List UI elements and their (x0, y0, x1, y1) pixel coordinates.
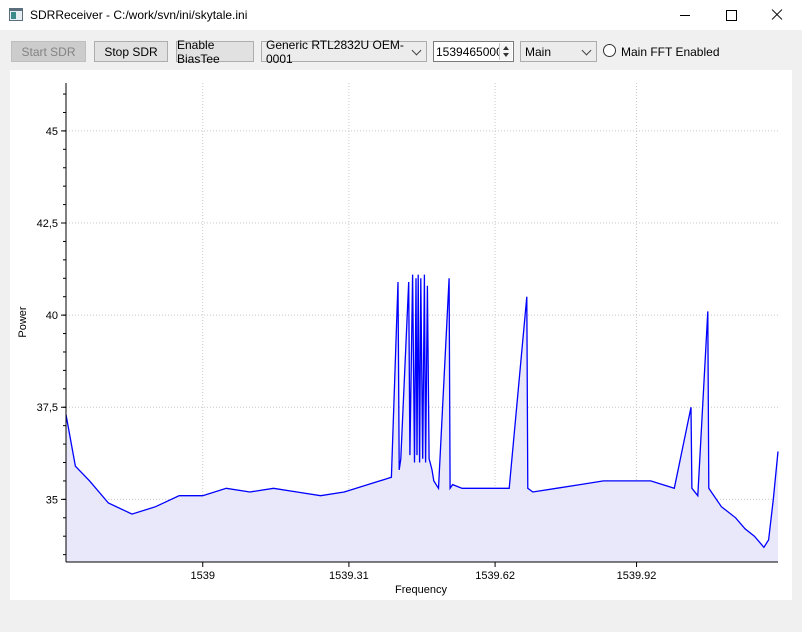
frequency-stepper[interactable] (499, 43, 512, 60)
spin-up-icon[interactable] (503, 46, 509, 50)
start-sdr-button[interactable]: Start SDR (11, 41, 86, 62)
close-button[interactable] (754, 0, 800, 30)
y-tick-label: 40 (46, 310, 58, 322)
chevron-down-icon (581, 45, 592, 56)
enable-biastee-button[interactable]: Enable BiasTee (176, 38, 254, 66)
fft-chart[interactable]: 1539 1539.31 1539.62 1539.923537,54042,545 … (10, 70, 792, 600)
x-tick-label: 1539 (190, 570, 214, 582)
y-axis-label: Power (17, 306, 29, 338)
maximize-icon (725, 9, 737, 21)
device-select[interactable]: Generic RTL2832U OEM-0001 (261, 38, 427, 66)
y-tick-label: 35 (46, 494, 58, 506)
main-fft-enabled-label[interactable]: Main FFT Enabled (621, 45, 720, 59)
y-tick-label: 37,5 (37, 402, 58, 414)
minimize-icon (680, 14, 690, 16)
close-icon (771, 9, 783, 21)
y-tick-label: 42,5 (37, 218, 58, 230)
stop-sdr-button[interactable]: Stop SDR (94, 41, 168, 62)
fft-chart-panel: 1539 1539.31 1539.62 1539.92 35 37,5 40 42,5 45 … (10, 70, 792, 600)
frequency-value: 1539465000 (436, 44, 503, 59)
maximize-button[interactable] (708, 0, 754, 30)
y-tick-label: 45 (46, 126, 58, 138)
window-title: SDRReceiver - C:/work/svn/ini/skytale.in… (30, 8, 248, 22)
app-icon (9, 8, 23, 21)
fft-source-value: Main (525, 44, 552, 59)
spin-down-icon[interactable] (503, 53, 509, 57)
x-axis-label: Frequency (395, 584, 447, 596)
fft-source-select[interactable]: Main (520, 41, 597, 62)
minimize-button[interactable] (662, 0, 708, 30)
main-fft-enabled-radio[interactable] (603, 44, 616, 57)
frequency-spinbox[interactable]: 1539465000 (433, 41, 514, 62)
x-tick-label: 1539.62 (475, 570, 515, 582)
x-tick-label: 1539.92 (617, 570, 657, 582)
device-select-value: Generic RTL2832U OEM-0001 (266, 37, 404, 66)
title-bar: SDRReceiver - C:/work/svn/ini/skytale.in… (0, 0, 802, 30)
x-tick-label: 1539.31 (329, 570, 369, 582)
